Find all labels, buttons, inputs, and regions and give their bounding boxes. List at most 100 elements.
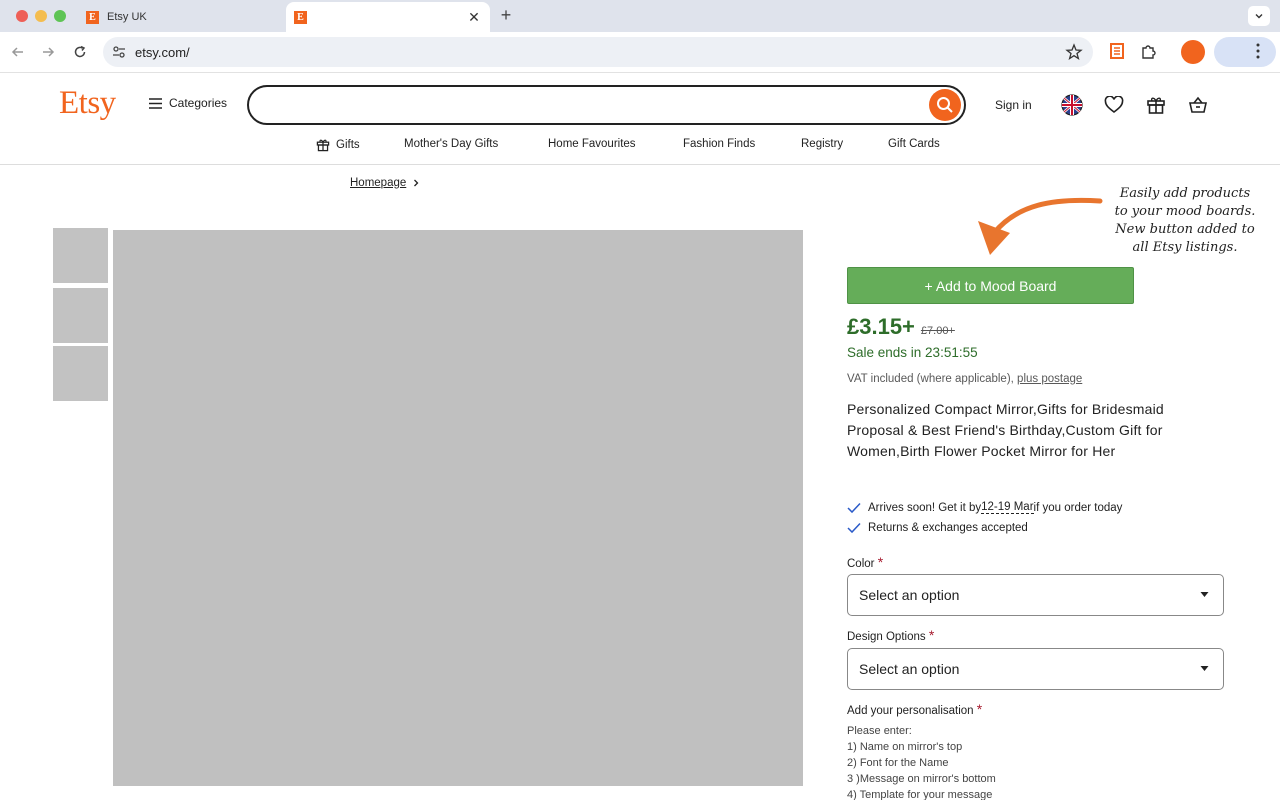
back-arrow-icon [11,47,23,57]
product-thumbnail[interactable] [52,287,109,344]
returns-info: Returns & exchanges accepted [847,522,1028,534]
tab-title: Etsy UK [107,11,147,23]
address-bar[interactable]: etsy.com/ [103,37,1093,67]
product-thumbnail[interactable] [52,227,109,284]
forward-arrow-icon [43,47,55,57]
sign-in-link[interactable]: Sign in [995,98,1032,112]
bookmark-star-icon[interactable] [1065,43,1083,61]
sale-countdown: Sale ends in 23:51:55 [847,345,978,360]
instruction-line: Please enter: [847,725,912,737]
search-icon [937,97,953,113]
browser-menu-pill[interactable] [1214,37,1276,67]
required-mark: * [928,627,935,643]
returns-text: Returns & exchanges accepted [868,522,1028,534]
color-label-text: Color [847,558,875,570]
hamburger-menu-icon [149,97,162,109]
chevron-right-icon [414,179,419,187]
delivery-prefix: Arrives soon! Get it by [868,501,982,514]
reload-icon [74,45,86,58]
annotation-line: all Etsy listings. [1132,240,1238,255]
nav-gift-cards[interactable]: Gift Cards [888,138,940,150]
profile-avatar[interactable] [1181,40,1205,64]
product-main-image[interactable] [113,230,803,786]
vat-text: VAT included (where applicable), [847,373,1018,385]
instruction-line: 2) Font for the Name [847,757,949,769]
category-nav: Gifts Mother's Day Gifts Home Favourites… [0,134,1280,165]
browser-tab-active[interactable]: E ✕ [286,2,490,32]
delivery-suffix: if you order today [1033,501,1123,514]
breadcrumb: Homepage [350,177,421,189]
color-select-value: Select an option [859,587,960,603]
etsy-favicon-icon: E [294,10,307,24]
annotation-line: Easily add products [1119,186,1251,201]
design-options-select[interactable]: Select an option [847,648,1224,690]
forward-button[interactable] [38,42,58,62]
minimize-window-button[interactable] [35,10,47,22]
checkmark-icon [847,502,861,513]
extension-mood-board-icon[interactable] [1109,42,1125,60]
add-to-mood-board-button[interactable]: + Add to Mood Board [847,267,1134,304]
etsy-favicon-icon: E [86,10,99,24]
maximize-window-button[interactable] [54,10,66,22]
personalisation-label: Add your personalisation * [847,701,982,717]
heart-icon [1104,96,1124,114]
annotation-arrow-icon [978,197,1103,255]
vat-note: VAT included (where applicable), plus po… [847,373,1082,385]
favorites-button[interactable] [1103,94,1125,116]
url-text[interactable]: etsy.com/ [135,45,190,60]
caret-down-icon [1200,592,1209,597]
design-select-value: Select an option [859,661,960,677]
annotation-line: New button added to [1115,222,1255,237]
chevron-down-icon [1255,14,1263,19]
search-input[interactable] [247,85,966,125]
original-price: £7.00+ [920,325,955,337]
close-window-button[interactable] [16,10,28,22]
required-mark: * [976,701,983,717]
browser-tab-strip: E Etsy UK E ✕ + [0,0,1280,32]
personalisation-instructions: Please enter: 1) Name on mirror's top 2)… [847,723,996,800]
postage-link[interactable]: plus postage [1017,373,1082,385]
cart-button[interactable] [1187,94,1209,116]
browser-tab-etsy-uk[interactable]: E Etsy UK [78,2,283,32]
more-options-icon[interactable] [1256,43,1260,59]
region-flag-button[interactable] [1061,94,1083,116]
back-button[interactable] [8,42,28,62]
design-options-label: Design Options * [847,627,934,643]
nav-registry[interactable]: Registry [801,138,843,150]
uk-flag-icon [1061,94,1083,116]
color-select[interactable]: Select an option [847,574,1224,616]
close-tab-icon[interactable]: ✕ [466,9,482,25]
site-settings-icon[interactable] [111,44,127,60]
reload-button[interactable] [70,42,90,62]
nav-home-favourites[interactable]: Home Favourites [548,138,636,150]
current-price: £3.15+ [847,314,915,339]
nav-gifts[interactable]: Gifts [316,138,360,152]
product-title: Personalized Compact Mirror,Gifts for Br… [847,401,1164,459]
gift-icon [1147,97,1165,114]
annotation-line: to your mood boards. [1114,204,1256,219]
product-thumbnail[interactable] [52,345,109,402]
gift-icon [316,139,330,152]
breadcrumb-homepage-link[interactable]: Homepage [350,177,406,189]
instruction-line: 4) Template for your message [847,789,993,800]
nav-fashion-finds[interactable]: Fashion Finds [683,138,755,150]
extensions-puzzle-icon[interactable] [1140,42,1158,60]
promo-annotation: Easily add products to your mood boards.… [1100,185,1270,257]
delivery-dates[interactable]: 12-19 Mar [981,501,1034,514]
categories-button[interactable]: Categories [149,96,227,110]
new-tab-button[interactable]: + [497,5,515,25]
personalisation-label-text: Add your personalisation [847,705,974,717]
categories-label: Categories [169,96,228,110]
gift-button[interactable] [1145,94,1167,116]
etsy-logo[interactable]: Etsy [59,85,116,122]
nav-gifts-label: Gifts [336,139,360,151]
price-block: £3.15+ £7.00+ [847,314,955,340]
search-button[interactable] [929,89,961,121]
instruction-line: 3 )Message on mirror's bottom [847,773,996,785]
tab-search-button[interactable] [1248,6,1270,26]
required-mark: * [877,554,884,570]
design-label-text: Design Options [847,631,926,643]
instruction-line: 1) Name on mirror's top [847,741,963,753]
browser-toolbar: etsy.com/ [0,32,1280,73]
nav-mothers-day-gifts[interactable]: Mother's Day Gifts [404,138,498,150]
